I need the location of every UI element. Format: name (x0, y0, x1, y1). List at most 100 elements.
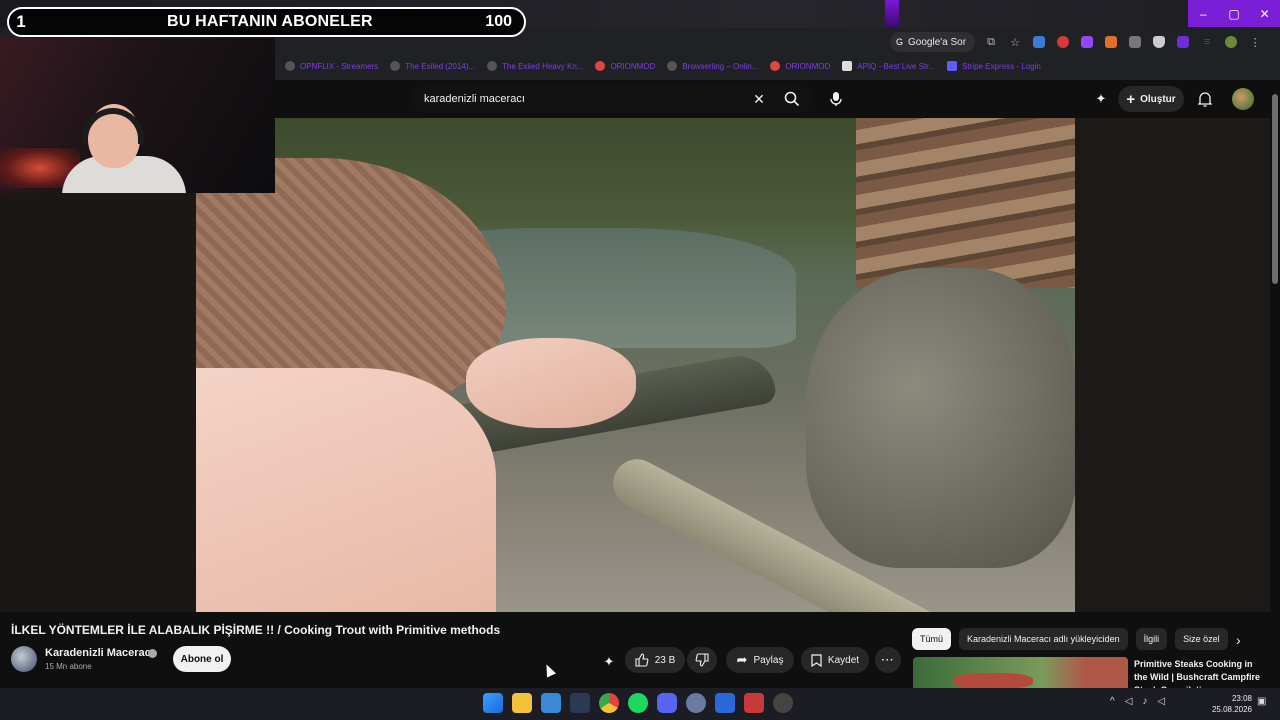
recommended-video-title[interactable]: Primitive Steaks Cooking in the Wild | B… (1134, 658, 1262, 688)
search-query: karadenizli maceracı (424, 93, 525, 105)
extension-puzzle-icon[interactable]: ✦ (599, 652, 619, 672)
create-button[interactable]: + Oluştur (1118, 86, 1184, 112)
browser-toolbar-right: G Google'a Sor ⧉ ☆ ≡ ⋮ (890, 31, 1263, 53)
chevron-right-icon[interactable]: › (1236, 632, 1241, 648)
bookmark-icon (842, 61, 853, 71)
page-scrollbar[interactable] (1270, 80, 1280, 688)
bookmark-icon (390, 61, 401, 71)
search-icon[interactable] (782, 89, 802, 109)
file-explorer-icon[interactable] (512, 693, 532, 713)
obs-icon[interactable] (773, 693, 793, 713)
window-controls: – ▢ ✕ (1188, 0, 1280, 27)
bookmark-item[interactable]: ORIONMOD (770, 61, 830, 71)
minimize-button[interactable]: – (1188, 0, 1219, 27)
extension-slash-icon[interactable] (1127, 34, 1143, 50)
video-player[interactable] (196, 118, 1075, 612)
bookmark-icon (947, 61, 958, 71)
profile-avatar-icon[interactable] (1223, 34, 1239, 50)
photos-icon[interactable] (541, 693, 561, 713)
notifications-icon[interactable]: ▣ (1257, 696, 1266, 707)
channel-subscriber-count: 15 Mn abone (45, 662, 92, 671)
shield-icon[interactable] (1151, 34, 1167, 50)
bookmark-icon (770, 61, 781, 71)
channel-avatar[interactable] (11, 646, 37, 672)
bookmark-item[interactable]: The Exiled Heavy Kn... (487, 61, 583, 71)
subscribe-button[interactable]: Abone ol (173, 646, 231, 672)
share-button[interactable]: ➦ Paylaş (726, 647, 794, 673)
bookmark-icon (487, 61, 498, 71)
thumbs-up-icon (635, 653, 649, 667)
more-icon: ··· (881, 654, 895, 666)
webcam-overlay (0, 38, 275, 193)
chip-for-you[interactable]: Size özel (1175, 628, 1228, 650)
ask-google-button[interactable]: G Google'a Sor (890, 32, 976, 52)
share-label: Paylaş (753, 654, 784, 666)
mail-icon[interactable] (715, 693, 735, 713)
search-input[interactable]: karadenizli maceracı ✕ (412, 85, 812, 113)
scrollbar-thumb[interactable] (1272, 94, 1278, 284)
extension-red-icon[interactable] (1055, 34, 1071, 50)
bookmark-item[interactable]: The Exiled (2014)... (390, 61, 475, 71)
bookmark-item[interactable]: APIQ - Best Live Str... (842, 61, 935, 71)
chip-from-uploader[interactable]: Karadenizli Maceracı adlı yükleyiciden (959, 628, 1128, 650)
save-button[interactable]: Kaydet (801, 647, 869, 673)
extension-twitch-icon[interactable] (1079, 34, 1095, 50)
extension-puzzle-icon[interactable]: ✦ (1091, 89, 1111, 109)
speaker-icon[interactable]: ◁ (1125, 696, 1133, 707)
bookmark-icon (595, 61, 606, 71)
dislike-button[interactable] (687, 647, 717, 673)
extension-purple-icon[interactable] (1175, 34, 1191, 50)
app-icon[interactable] (744, 693, 764, 713)
chrome-icon[interactable] (599, 693, 619, 713)
taskbar-apps (483, 693, 793, 713)
maximize-button[interactable]: ▢ (1219, 0, 1250, 27)
spotify-icon[interactable] (628, 693, 648, 713)
video-scene-hand (196, 368, 496, 612)
extension-wave-icon[interactable] (1031, 34, 1047, 50)
plus-icon: + (1126, 90, 1136, 108)
video-title: İLKEL YÖNTEMLER İLE ALABALIK PİŞİRME !! … (11, 623, 501, 637)
notifications-bell-icon[interactable] (1195, 89, 1215, 109)
windows-start-icon[interactable] (483, 693, 503, 713)
account-avatar[interactable] (1232, 88, 1254, 110)
video-side-right (1075, 118, 1270, 612)
channel-name[interactable]: Karadenizli Maceracı (45, 647, 154, 659)
close-window-button[interactable]: ✕ (1249, 0, 1280, 27)
extension-orange-icon[interactable] (1103, 34, 1119, 50)
bookmarks-bar: OPNFLIX - Streamers The Exiled (2014)...… (285, 58, 1041, 74)
discord-icon[interactable] (657, 693, 677, 713)
verified-icon (148, 649, 157, 658)
clock-date: 25.08.2026 (1211, 705, 1252, 714)
app-icon[interactable] (686, 693, 706, 713)
recommended-thumbnail[interactable] (913, 657, 1128, 688)
extensions-menu-icon[interactable]: ≡ (1199, 34, 1215, 50)
steam-icon[interactable] (570, 693, 590, 713)
bookmark-item[interactable]: OPNFLIX - Streamers (285, 61, 378, 71)
clear-search-icon[interactable]: ✕ (749, 89, 769, 109)
video-scene-hand (466, 338, 636, 428)
bookmark-item[interactable]: Stripe Express - Login (947, 61, 1041, 71)
install-icon[interactable]: ⧉ (983, 34, 999, 50)
create-label: Oluştur (1140, 93, 1176, 105)
microphone-icon[interactable]: ♪ (1142, 696, 1147, 707)
subscriber-goal-bar: 1 BU HAFTANIN ABONELER 100 (7, 7, 526, 37)
goal-count: 100 (485, 13, 512, 30)
chip-all[interactable]: Tümü (912, 628, 952, 650)
chip-related[interactable]: İlgili (1135, 628, 1168, 650)
microphone-icon[interactable] (826, 89, 846, 109)
save-label: Kaydet (827, 654, 860, 666)
like-button[interactable]: 23 B (625, 647, 685, 673)
bookmark-item[interactable]: ORIONMOD (595, 61, 655, 71)
bookmark-item[interactable]: Browserling – Onlin... (667, 61, 758, 71)
tab-accent (885, 0, 899, 28)
more-actions-button[interactable]: ··· (875, 647, 901, 673)
taskbar-clock[interactable]: 23:08 25.08.2026 (1208, 693, 1252, 715)
star-icon[interactable]: ☆ (1007, 34, 1023, 50)
volume-icon[interactable]: ◁ (1157, 696, 1165, 707)
recommendation-chips: Tümü Karadenizli Maceracı adlı yükleyici… (912, 628, 1228, 650)
chevron-up-icon[interactable]: ^ (1110, 696, 1115, 707)
bookmark-icon (811, 653, 822, 667)
headphones-icon (82, 108, 144, 144)
goal-rank: 1 (16, 12, 26, 31)
menu-icon[interactable]: ⋮ (1247, 34, 1263, 50)
